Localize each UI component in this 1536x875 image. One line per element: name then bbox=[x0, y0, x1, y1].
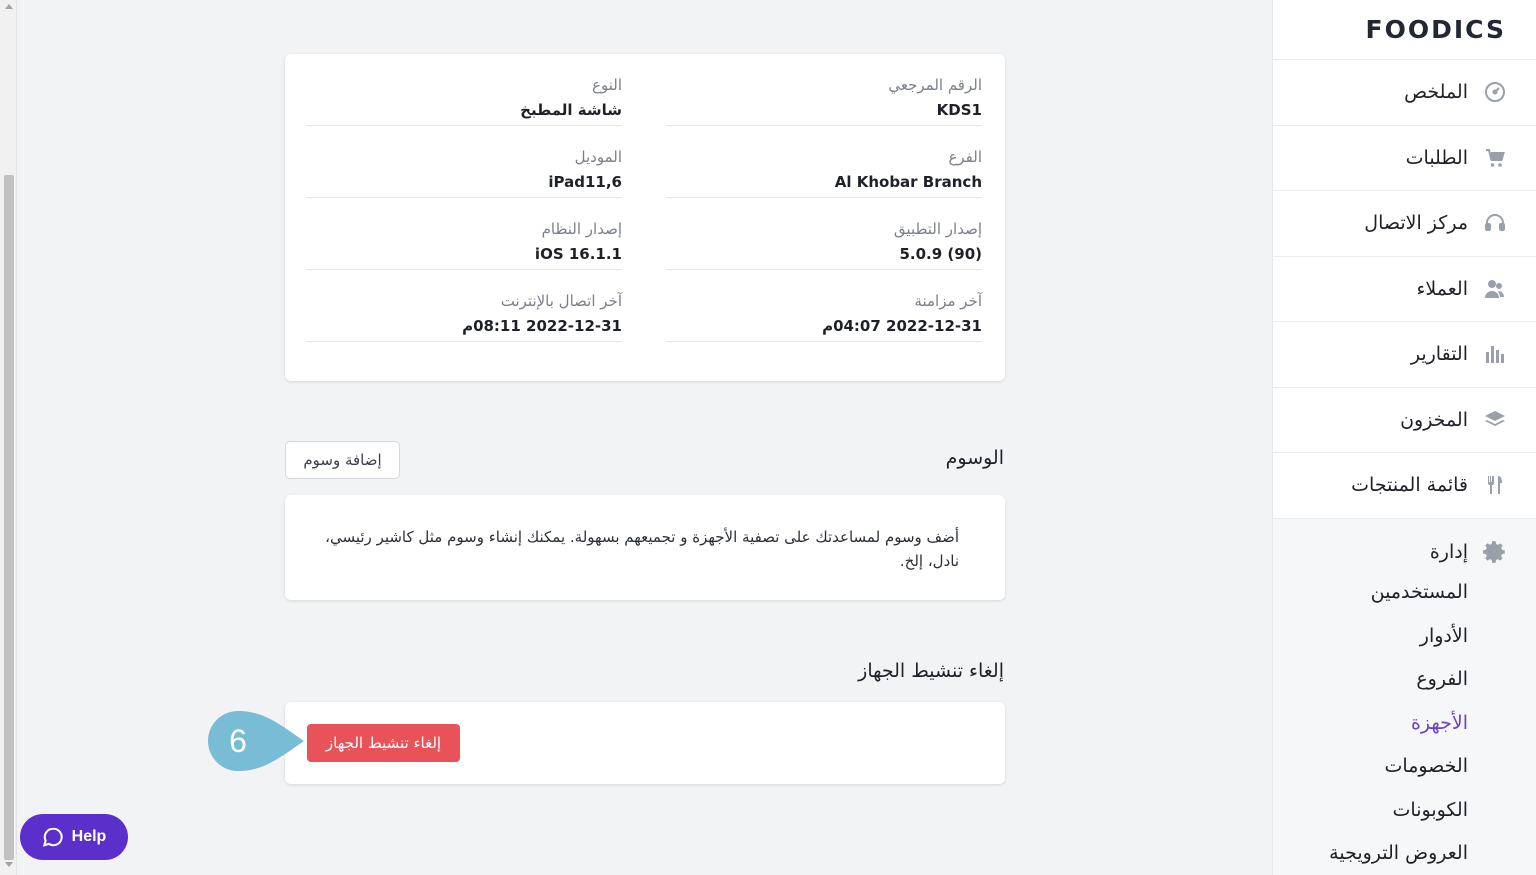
help-button[interactable]: Help bbox=[20, 814, 128, 860]
sidebar-item-menu[interactable]: قائمة المنتجات bbox=[1273, 453, 1536, 519]
sidebar-item-promotions[interactable]: العروض الترويجية bbox=[1273, 832, 1536, 875]
sidebar-item-discounts[interactable]: الخصومات bbox=[1273, 745, 1536, 789]
sidebar-item-roles[interactable]: الأدوار bbox=[1273, 614, 1536, 658]
field-branch: الفرع Al Khobar Branch bbox=[666, 126, 982, 198]
chat-bubble-icon bbox=[42, 827, 63, 847]
sidebar-item-devices[interactable]: الأجهزة bbox=[1273, 701, 1536, 745]
field-app-version: إصدار التطبيق 5.0.9 (90) bbox=[666, 198, 982, 270]
field-type: النوع شاشة المطبخ bbox=[306, 54, 622, 126]
scroll-thumb[interactable] bbox=[4, 175, 14, 860]
admin-section: إدارة المستخدمين الأدوار الفروع الأجهزة … bbox=[1273, 518, 1536, 875]
headset-icon bbox=[1482, 210, 1508, 236]
add-tags-button[interactable]: إضافة وسوم bbox=[285, 441, 400, 479]
sidebar-item-customers[interactable]: العملاء bbox=[1273, 257, 1536, 322]
device-details-card: الرقم المرجعي KDS1 النوع شاشة المطبخ الف… bbox=[285, 54, 1005, 381]
deactivate-device-button[interactable]: إلغاء تنشيط الجهاز bbox=[307, 724, 460, 762]
sidebar: FOODICS الملخص الطلبات مركز الاتصال العم… bbox=[1272, 0, 1536, 875]
gear-icon bbox=[1482, 539, 1508, 565]
field-last-online: آخر اتصال بالإنترنت 2022-12-31 08:11م bbox=[306, 270, 622, 342]
utensils-icon bbox=[1482, 472, 1508, 498]
deactivate-title: إلغاء تنشيط الجهاز bbox=[858, 660, 1004, 682]
sidebar-item-orders[interactable]: الطلبات bbox=[1273, 126, 1536, 191]
sidebar-item-inventory[interactable]: المخزون bbox=[1273, 388, 1536, 453]
field-model: الموديل iPad11,6 bbox=[306, 126, 622, 198]
sidebar-item-admin[interactable]: إدارة bbox=[1273, 533, 1536, 571]
sidebar-item-call-center[interactable]: مركز الاتصال bbox=[1273, 191, 1536, 257]
tags-title: الوسوم bbox=[945, 447, 1004, 469]
users-icon bbox=[1482, 276, 1508, 302]
sidebar-item-users[interactable]: المستخدمين bbox=[1273, 571, 1536, 615]
chart-icon bbox=[1482, 341, 1508, 367]
sidebar-item-dashboard[interactable]: الملخص bbox=[1273, 60, 1536, 126]
cart-icon bbox=[1482, 145, 1508, 171]
sidebar-item-branches[interactable]: الفروع bbox=[1273, 658, 1536, 702]
scroll-down-arrow-icon[interactable] bbox=[5, 862, 13, 867]
foodics-logo[interactable]: FOODICS bbox=[1273, 0, 1536, 60]
tags-card: أضف وسوم لمساعدتك على تصفية الأجهزة و تج… bbox=[285, 495, 1005, 600]
layers-icon bbox=[1482, 407, 1508, 433]
step-callout-number: 6 bbox=[229, 722, 247, 759]
field-last-sync: آخر مزامنة 2022-12-31 04:07م bbox=[666, 270, 982, 342]
dashboard-icon bbox=[1482, 79, 1508, 105]
scroll-up-arrow-icon[interactable] bbox=[5, 4, 13, 9]
page-scrollbar[interactable] bbox=[0, 0, 17, 875]
sidebar-item-reports[interactable]: التقارير bbox=[1273, 322, 1536, 388]
sidebar-item-coupons[interactable]: الكوبونات bbox=[1273, 788, 1536, 832]
field-os-version: إصدار النظام iOS 16.1.1 bbox=[306, 198, 622, 270]
tags-empty-text: أضف وسوم لمساعدتك على تصفية الأجهزة و تج… bbox=[325, 528, 959, 570]
field-reference: الرقم المرجعي KDS1 bbox=[666, 54, 982, 126]
